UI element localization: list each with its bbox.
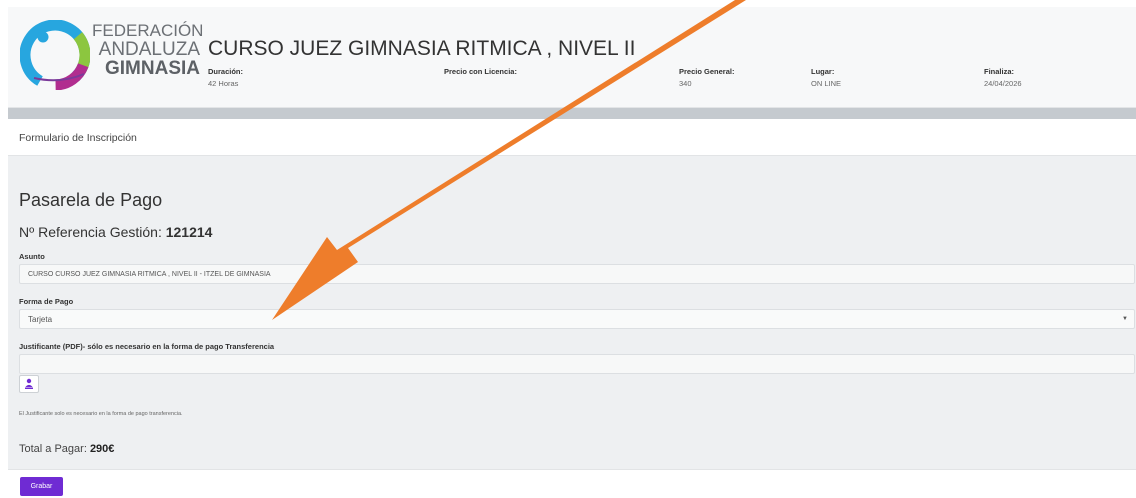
payment-method-value: Tarjeta <box>28 315 53 324</box>
payment-method-label: Forma de Pago <box>19 297 74 306</box>
meta-general-price-label: Precio General: <box>679 67 735 76</box>
upload-icon <box>25 378 33 389</box>
meta-general-price: Precio General: 340 <box>679 66 734 90</box>
form-footer <box>8 469 1136 498</box>
reference-line: Nº Referencia Gestión: 121214 <box>19 224 212 240</box>
meta-duration-value: 42 Horas <box>208 79 239 88</box>
meta-location: Lugar: ON LINE <box>811 66 841 90</box>
logo-line-3: GIMNASIA <box>105 58 200 79</box>
page-frame: FEDERACIÓN ANDALUZA GIMNASIA CURSO JUEZ … <box>8 7 1136 498</box>
logo-line-2: ANDALUZA <box>98 39 200 60</box>
subject-field[interactable]: CURSO CURSO JUEZ GIMNASIA RITMICA , NIVE… <box>19 264 1135 284</box>
meta-license-price: Precio con Licencia: <box>444 66 517 78</box>
meta-location-value: ON LINE <box>811 79 842 88</box>
meta-duration: Duración: 42 Horas <box>208 66 243 90</box>
course-title: CURSO JUEZ GIMNASIA RITMICA , NIVEL II <box>208 37 636 60</box>
reference-label: Nº Referencia Gestión: <box>19 224 162 240</box>
subject-label: Asunto <box>19 252 45 261</box>
meta-end-date-value: 24/04/2026 <box>984 79 1022 88</box>
total-amount: 290€ <box>89 443 115 455</box>
federation-wordmark: FEDERACIÓN ANDALUZA GIMNASIA <box>92 21 204 79</box>
meta-general-price-value: 340 <box>679 79 692 88</box>
save-button[interactable]: Grabar <box>20 477 63 496</box>
receipt-label: Justificante (PDF)- sólo es necesario en… <box>19 342 275 351</box>
chevron-down-icon: ▼ <box>1122 316 1128 322</box>
meta-duration-label: Duración: <box>208 67 244 76</box>
federation-logo <box>20 20 90 90</box>
form-title-bar: Formulario de Inscripción <box>8 119 1136 156</box>
meta-license-price-label: Precio con Licencia: <box>444 67 517 76</box>
reference-number: 121214 <box>165 224 213 240</box>
subject-value: CURSO CURSO JUEZ GIMNASIA RITMICA , NIVE… <box>28 271 271 278</box>
receipt-file-field[interactable] <box>19 354 1135 374</box>
receipt-note: El Justificante solo es necesario en la … <box>19 411 183 417</box>
meta-location-label: Lugar: <box>811 67 835 76</box>
course-header: FEDERACIÓN ANDALUZA GIMNASIA CURSO JUEZ … <box>8 7 1136 108</box>
header-divider <box>8 108 1136 119</box>
logo-line-1: FEDERACIÓN <box>92 21 204 40</box>
payment-heading: Pasarela de Pago <box>19 190 163 210</box>
upload-button[interactable] <box>19 375 39 393</box>
total-line: Total a Pagar: 290€ <box>19 443 114 455</box>
meta-end-date: Finaliza: 24/04/2026 <box>984 66 1022 90</box>
meta-end-date-label: Finaliza: <box>984 67 1015 76</box>
total-label: Total a Pagar: <box>19 443 87 455</box>
payment-method-select[interactable]: Tarjeta ▼ <box>19 309 1135 329</box>
form-section-title: Formulario de Inscripción <box>19 132 137 144</box>
